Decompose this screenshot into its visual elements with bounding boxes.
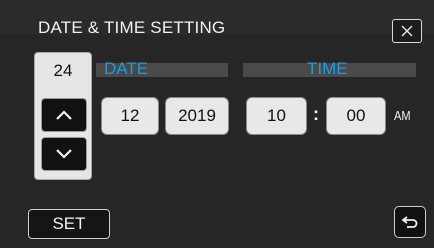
time-section-label: TIME (307, 59, 348, 78)
close-button[interactable] (392, 19, 422, 43)
close-icon (401, 25, 413, 37)
hour-field[interactable]: 10 (246, 97, 307, 135)
chevron-up-icon (56, 110, 72, 120)
chevron-down-icon (56, 149, 72, 159)
increment-button[interactable] (41, 98, 87, 132)
date-time-setting-screen: DATE & TIME SETTING DATE TIME 24 12 2019… (0, 0, 434, 248)
time-separator: : (313, 104, 319, 124)
decrement-button[interactable] (41, 137, 87, 171)
month-field[interactable]: 12 (101, 97, 159, 135)
day-value: 24 (53, 61, 73, 80)
year-field[interactable]: 2019 (165, 97, 229, 135)
back-button[interactable] (394, 206, 426, 238)
minute-field[interactable]: 00 (326, 97, 386, 135)
page-title: DATE & TIME SETTING (38, 18, 226, 37)
day-stepper[interactable]: 24 (34, 52, 92, 180)
return-arrow-icon (401, 216, 418, 228)
am-pm-indicator: AM (394, 108, 411, 123)
date-section-label: DATE (104, 59, 149, 78)
set-button[interactable]: SET (28, 209, 110, 239)
